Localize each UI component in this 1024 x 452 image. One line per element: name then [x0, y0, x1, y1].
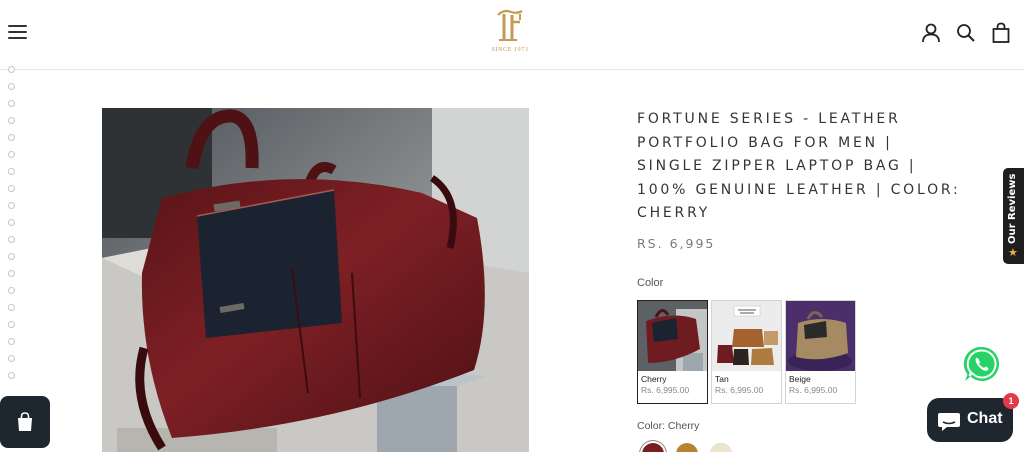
- gallery-dot[interactable]: [8, 372, 15, 379]
- gallery-dot[interactable]: [8, 236, 15, 243]
- brand-logo[interactable]: SINCE 1973: [482, 6, 538, 58]
- variant-price: Rs. 6,995.00: [641, 385, 690, 395]
- gallery-dot[interactable]: [8, 168, 15, 175]
- gallery-dot[interactable]: [8, 66, 15, 73]
- product-title: FORTUNE SERIES - LEATHER PORTFOLIO BAG F…: [637, 111, 961, 221]
- gallery-dot[interactable]: [8, 100, 15, 107]
- chat-notification-badge: 1: [1003, 393, 1019, 409]
- site-header: SINCE 1973: [0, 0, 1024, 70]
- logo-tagline: SINCE 1973: [491, 47, 529, 53]
- selected-color-label: Color: Cherry: [637, 420, 700, 432]
- variant-cherry[interactable]: Cherry Rs. 6,995.00: [637, 300, 708, 404]
- chat-label: Chat: [967, 410, 1003, 427]
- variant-image: [786, 301, 855, 371]
- gallery-dot[interactable]: [8, 83, 15, 90]
- star-icon: ★: [1008, 247, 1018, 259]
- hamburger-menu-icon[interactable]: [8, 24, 28, 40]
- gallery-dot[interactable]: [8, 219, 15, 226]
- gallery-thumbnail-dots: [8, 66, 18, 389]
- gallery-dot[interactable]: [8, 304, 15, 311]
- whatsapp-icon[interactable]: [963, 345, 1001, 383]
- account-icon[interactable]: [920, 22, 942, 44]
- gallery-dot[interactable]: [8, 355, 15, 362]
- shop-bag-icon[interactable]: [0, 396, 50, 448]
- variant-image: [638, 301, 707, 371]
- gallery-dot[interactable]: [8, 185, 15, 192]
- swatch-tan[interactable]: [676, 443, 698, 452]
- search-icon[interactable]: [955, 22, 977, 44]
- variant-image: [712, 301, 781, 371]
- gallery-dot[interactable]: [8, 151, 15, 158]
- brand-logo-mark: [497, 9, 523, 41]
- reviews-side-tab[interactable]: Our Reviews ★: [1003, 168, 1024, 264]
- chat-bubble-icon: [938, 413, 960, 431]
- gallery-dot[interactable]: [8, 117, 15, 124]
- gallery-dot[interactable]: [8, 338, 15, 345]
- product-main-image[interactable]: [102, 108, 529, 452]
- swatch-cherry[interactable]: [642, 443, 664, 452]
- reviews-tab-label: Our Reviews: [1007, 173, 1018, 244]
- gallery-dot[interactable]: [8, 287, 15, 294]
- variant-name: Cherry: [641, 374, 667, 384]
- swatch-beige[interactable]: [710, 443, 732, 452]
- variant-beige[interactable]: Beige Rs. 6,995.00: [785, 300, 856, 404]
- variant-tan[interactable]: Tan Rs. 6,995.00: [711, 300, 782, 404]
- gallery-dot[interactable]: [8, 321, 15, 328]
- chat-button[interactable]: Chat: [927, 398, 1013, 442]
- variant-name: Beige: [789, 374, 811, 384]
- gallery-dot[interactable]: [8, 253, 15, 260]
- product-price: RS. 6,995: [637, 236, 716, 251]
- gallery-dot[interactable]: [8, 270, 15, 277]
- gallery-dot[interactable]: [8, 134, 15, 141]
- color-label: Color: [637, 277, 664, 289]
- shopping-bag-icon[interactable]: [990, 22, 1012, 44]
- variant-price: Rs. 6,995.00: [789, 385, 838, 395]
- gallery-dot[interactable]: [8, 202, 15, 209]
- variant-price: Rs. 6,995.00: [715, 385, 764, 395]
- variant-name: Tan: [715, 374, 729, 384]
